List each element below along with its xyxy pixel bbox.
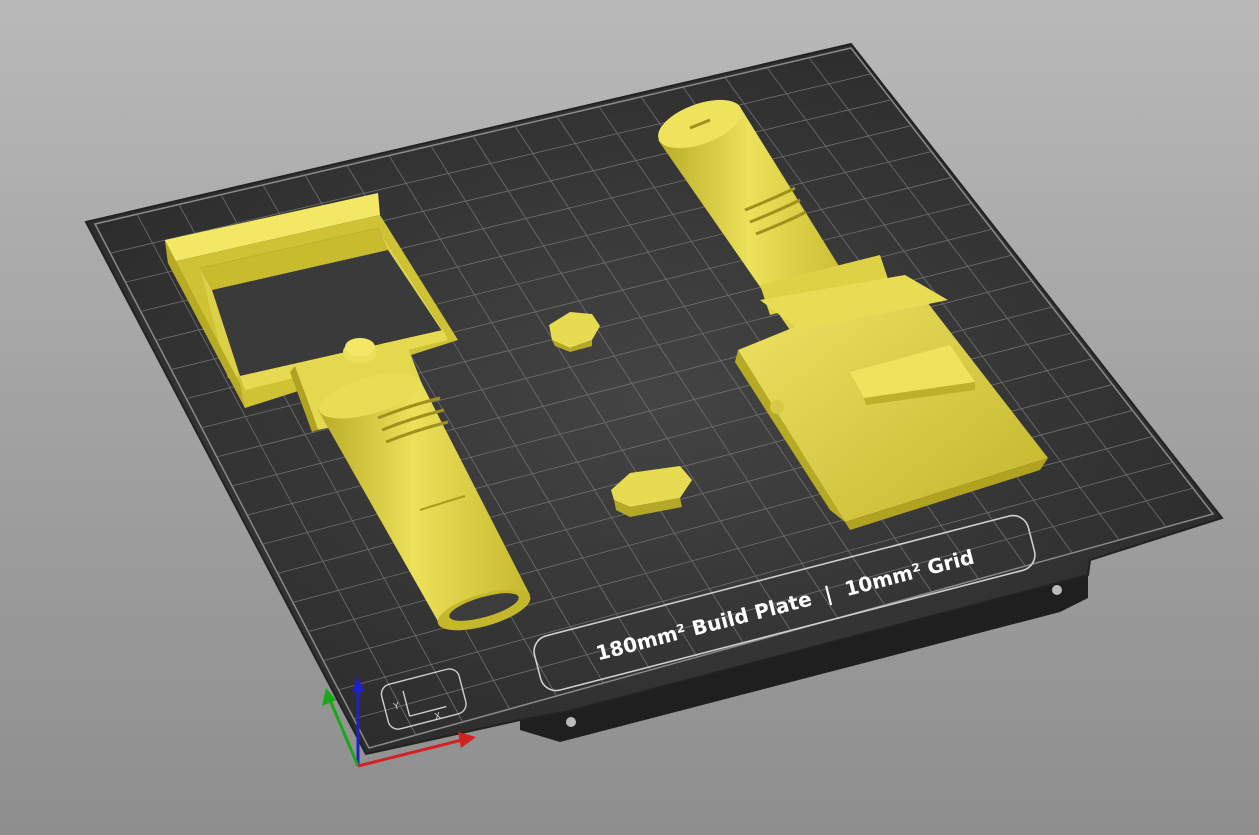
3d-viewport[interactable]: 180mm² Build Plate | 10mm² Grid Y X bbox=[0, 0, 1259, 835]
scene-canvas[interactable]: 180mm² Build Plate | 10mm² Grid Y X bbox=[0, 0, 1259, 835]
plate-hole-left bbox=[566, 717, 576, 727]
plate-hole-right bbox=[1052, 585, 1062, 595]
x-axis-arrow-icon bbox=[458, 732, 476, 748]
